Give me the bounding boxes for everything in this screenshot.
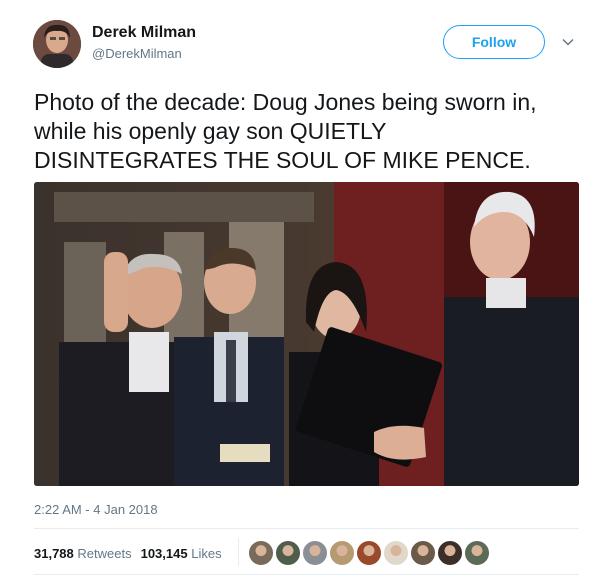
follow-button[interactable]: Follow <box>443 25 545 59</box>
liker-avatar[interactable] <box>248 540 274 566</box>
liker-avatar[interactable] <box>329 540 355 566</box>
author-handle[interactable]: @DerekMilman <box>92 46 182 61</box>
stats-separator <box>238 538 239 566</box>
liker-avatar[interactable] <box>356 540 382 566</box>
tweet-photo[interactable] <box>34 182 579 486</box>
liker-avatar[interactable] <box>464 540 490 566</box>
tweet-text: Photo of the decade: Doug Jones being sw… <box>34 89 537 173</box>
likes-label: Likes <box>191 545 222 561</box>
tweet-stats: 31,788 Retweets 103,145 Likes <box>34 542 222 564</box>
likes-count: 103,145 <box>140 545 188 561</box>
liker-avatar[interactable] <box>410 540 436 566</box>
avatar[interactable] <box>33 20 81 68</box>
liker-avatar[interactable] <box>383 540 409 566</box>
tweet-timestamp[interactable]: 2:22 AM - 4 Jan 2018 <box>34 502 158 517</box>
liker-avatar[interactable] <box>302 540 328 566</box>
chevron-down-icon[interactable] <box>561 35 575 49</box>
divider <box>34 528 579 529</box>
liker-avatar[interactable] <box>437 540 463 566</box>
retweets-stat[interactable]: 31,788 Retweets <box>34 546 132 561</box>
likers-avatars <box>248 540 491 566</box>
divider <box>34 574 579 575</box>
retweets-label: Retweets <box>77 545 132 561</box>
liker-avatar[interactable] <box>275 540 301 566</box>
likes-stat[interactable]: 103,145 Likes <box>141 546 222 561</box>
retweets-count: 31,788 <box>34 545 74 561</box>
author-name[interactable]: Derek Milman <box>92 24 196 42</box>
